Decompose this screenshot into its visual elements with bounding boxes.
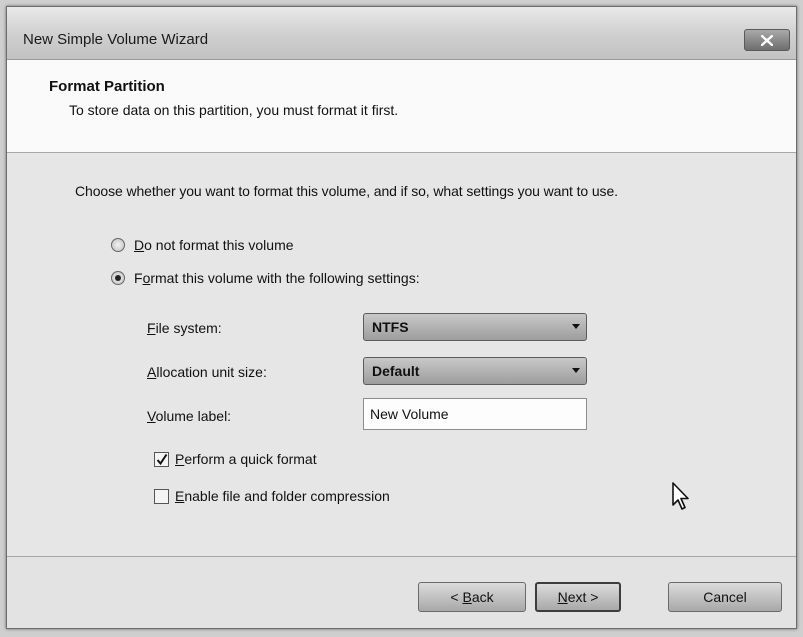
label-text: rmat this volume with the following sett… — [150, 270, 420, 286]
next-button[interactable]: Next > — [535, 582, 621, 612]
label-text: olume label: — [155, 408, 232, 424]
back-button[interactable]: < Back — [418, 582, 526, 612]
wizard-footer: < Back Next > Cancel — [7, 557, 796, 628]
cancel-button[interactable]: Cancel — [668, 582, 782, 612]
volume-label-input[interactable]: New Volume — [363, 398, 587, 430]
label-text: ile system: — [155, 320, 222, 336]
quick-format-checkbox-row[interactable]: Perform a quick format — [154, 451, 317, 467]
allocation-unit-dropdown[interactable]: Default — [363, 357, 587, 385]
access-key: V — [147, 408, 156, 424]
label-text: erform a quick format — [184, 451, 317, 467]
radio-format-volume-label: Format this volume with the following se… — [134, 270, 420, 286]
allocation-unit-value: Default — [372, 363, 420, 379]
window-title: New Simple Volume Wizard — [23, 31, 209, 48]
radio-button-unchecked[interactable] — [111, 238, 125, 252]
instruction-text: Choose whether you want to format this v… — [75, 183, 618, 199]
label-text: nable file and folder compression — [184, 488, 390, 504]
access-key: B — [462, 589, 472, 605]
quick-format-label: Perform a quick format — [175, 451, 317, 467]
volume-label-label: Volume label: — [147, 408, 231, 424]
file-system-dropdown[interactable]: NTFS — [363, 313, 587, 341]
back-label: ack — [471, 589, 494, 605]
page-subtitle: To store data on this partition, you mus… — [69, 102, 399, 118]
access-key: E — [175, 488, 185, 504]
access-key: D — [134, 237, 145, 253]
wizard-header: Format Partition To store data on this p… — [7, 60, 796, 153]
chevron-down-icon — [572, 368, 580, 373]
label-text: llocation unit size: — [156, 364, 267, 380]
access-key: P — [175, 451, 185, 467]
title-bar[interactable]: New Simple Volume Wizard — [7, 7, 796, 60]
label-text: o not format this volume — [144, 237, 294, 253]
file-system-label: File system: — [147, 320, 222, 336]
volume-label-value: New Volume — [370, 406, 449, 422]
next-label: ext > — [567, 589, 599, 605]
compression-checkbox[interactable] — [154, 488, 169, 504]
file-system-value: NTFS — [372, 319, 409, 335]
wizard-window: New Simple Volume Wizard Format Partitio… — [6, 6, 797, 629]
access-key: N — [557, 589, 568, 605]
chevron-down-icon — [572, 324, 580, 329]
radio-do-not-format-label: Do not format this volume — [134, 237, 294, 253]
radio-button-checked[interactable] — [111, 271, 125, 285]
mouse-pointer-icon — [672, 482, 689, 510]
radio-do-not-format[interactable]: Do not format this volume — [111, 237, 294, 253]
quick-format-checkbox[interactable] — [154, 451, 169, 467]
access-key: A — [147, 364, 157, 380]
access-key: F — [147, 320, 156, 336]
back-prefix: < — [450, 589, 463, 605]
radio-format-volume[interactable]: Format this volume with the following se… — [111, 270, 420, 286]
checkmark-icon — [156, 453, 168, 465]
compression-checkbox-row[interactable]: Enable file and folder compression — [154, 488, 390, 504]
close-button[interactable] — [744, 29, 790, 51]
close-icon — [761, 34, 773, 46]
compression-label: Enable file and folder compression — [175, 488, 390, 504]
label-prefix: F — [134, 270, 143, 286]
allocation-unit-label: Allocation unit size: — [147, 364, 267, 380]
page-title: Format Partition — [49, 78, 165, 95]
